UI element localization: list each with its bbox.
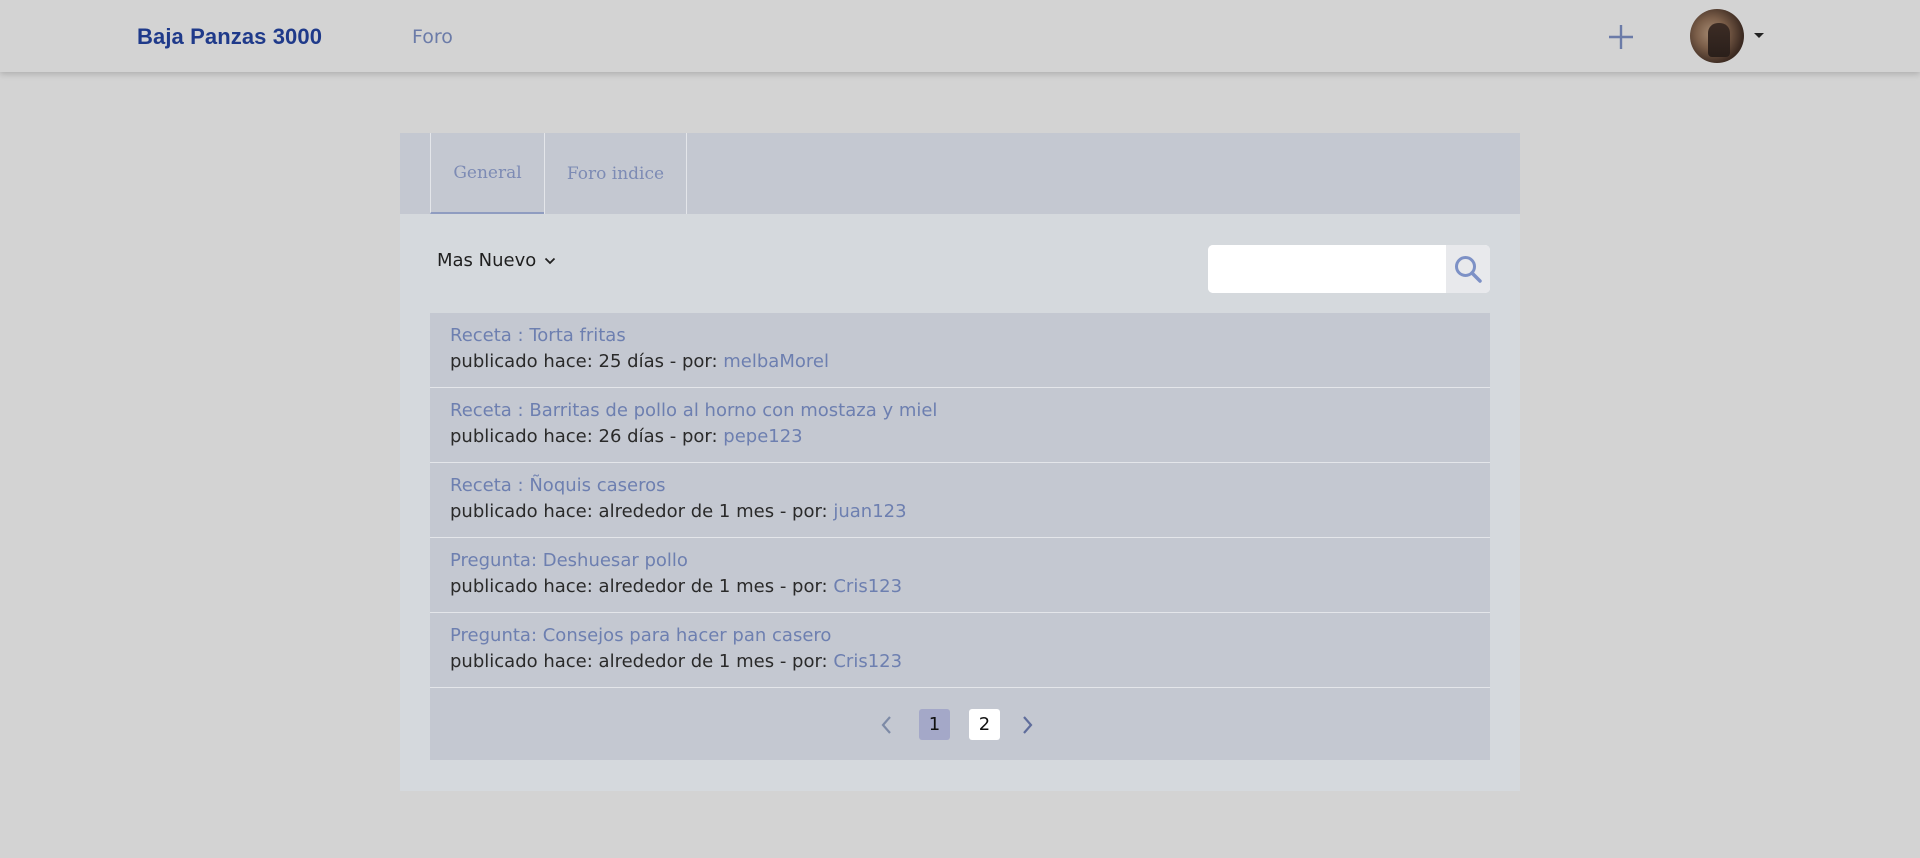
post-meta-text: publicado hace: 25 días - por:: [450, 351, 724, 372]
caret-down-icon[interactable]: [1754, 33, 1764, 38]
post-meta: publicado hace: alrededor de 1 mes - por…: [450, 574, 1470, 600]
post-meta-text: publicado hace: 26 días - por:: [450, 426, 724, 447]
user-avatar[interactable]: [1690, 9, 1744, 63]
post-item[interactable]: Receta : Ñoquis caseros publicado hace: …: [430, 463, 1490, 538]
tab-bar: General Foro indice: [400, 133, 1520, 214]
post-author[interactable]: Cris123: [833, 576, 902, 597]
search-input[interactable]: [1208, 245, 1446, 293]
pagination: 1 2: [430, 688, 1490, 760]
search-button[interactable]: [1446, 245, 1490, 293]
next-page-button[interactable]: [1019, 715, 1035, 735]
post-meta-text: publicado hace: alrededor de 1 mes - por…: [450, 576, 834, 597]
post-meta: publicado hace: 26 días - por: pepe123: [450, 424, 1470, 450]
tab-general[interactable]: General: [430, 133, 545, 214]
add-button[interactable]: [1606, 22, 1636, 52]
search-box: [1208, 245, 1490, 293]
post-author[interactable]: Cris123: [833, 651, 902, 672]
brand-logo[interactable]: Baja Panzas 3000: [137, 24, 322, 50]
post-meta: publicado hace: alrededor de 1 mes - por…: [450, 649, 1470, 675]
post-title[interactable]: Receta : Torta fritas: [450, 323, 1470, 349]
prev-page-button[interactable]: [879, 715, 895, 735]
post-title[interactable]: Receta : Ñoquis caseros: [450, 473, 1470, 499]
post-item[interactable]: Receta : Barritas de pollo al horno con …: [430, 388, 1490, 463]
avatar-figure: [1708, 23, 1730, 57]
page-2-button[interactable]: 2: [969, 709, 1000, 740]
post-title[interactable]: Receta : Barritas de pollo al horno con …: [450, 398, 1470, 424]
plus-icon: [1609, 25, 1633, 49]
tab-foro-indice[interactable]: Foro indice: [544, 133, 687, 214]
chevron-right-icon: [1023, 716, 1033, 734]
post-meta-text: publicado hace: alrededor de 1 mes - por…: [450, 501, 834, 522]
post-list: Receta : Torta fritas publicado hace: 25…: [430, 313, 1490, 688]
nav-link-foro[interactable]: Foro: [412, 26, 453, 48]
chevron-left-icon: [881, 716, 891, 734]
post-author[interactable]: melbaMorel: [723, 351, 829, 372]
post-meta: publicado hace: alrededor de 1 mes - por…: [450, 499, 1470, 525]
sort-label: Mas Nuevo: [437, 250, 537, 271]
search-icon: [1455, 256, 1482, 283]
post-item[interactable]: Receta : Torta fritas publicado hace: 25…: [430, 313, 1490, 388]
post-author[interactable]: pepe123: [723, 426, 802, 447]
top-navbar: Baja Panzas 3000 Foro: [0, 0, 1920, 72]
post-title[interactable]: Pregunta: Consejos para hacer pan casero: [450, 623, 1470, 649]
post-item[interactable]: Pregunta: Consejos para hacer pan casero…: [430, 613, 1490, 688]
post-item[interactable]: Pregunta: Deshuesar pollo publicado hace…: [430, 538, 1490, 613]
post-title[interactable]: Pregunta: Deshuesar pollo: [450, 548, 1470, 574]
chevron-down-icon: [545, 257, 556, 264]
post-meta: publicado hace: 25 días - por: melbaMore…: [450, 349, 1470, 375]
post-author[interactable]: juan123: [833, 501, 906, 522]
page-1-button[interactable]: 1: [919, 709, 950, 740]
post-meta-text: publicado hace: alrededor de 1 mes - por…: [450, 651, 834, 672]
forum-card: General Foro indice Mas Nuevo Receta : T…: [400, 133, 1520, 791]
sort-dropdown[interactable]: Mas Nuevo: [437, 250, 556, 271]
